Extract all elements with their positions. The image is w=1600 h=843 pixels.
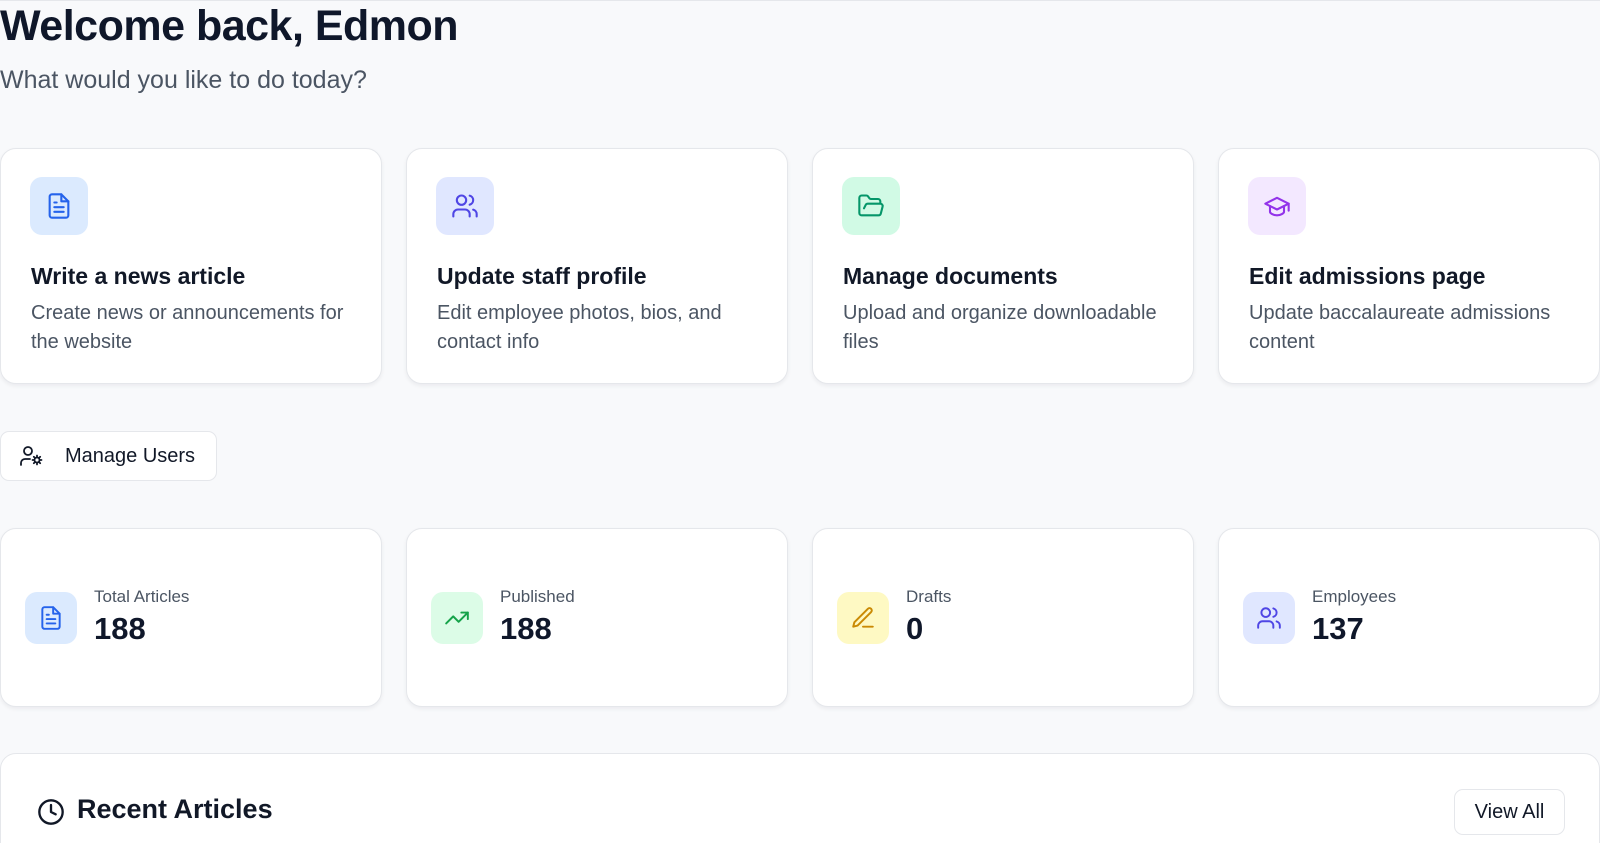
document-icon (25, 592, 77, 644)
stat-label: Employees (1312, 587, 1397, 606)
folder-open-icon (842, 177, 900, 235)
quick-action-write-article[interactable]: Write a news article Create news or anno… (0, 148, 382, 384)
clock-icon (37, 798, 65, 826)
stat-label: Published (500, 587, 575, 606)
user-cog-icon (19, 444, 43, 468)
stat-label: Drafts (906, 587, 952, 606)
top-divider (0, 0, 1600, 1)
quick-action-description: Create news or announcements for the web… (31, 302, 344, 353)
quick-action-manage-documents[interactable]: Manage documents Upload and organize dow… (812, 148, 1194, 384)
users-icon (1243, 592, 1295, 644)
quick-action-description: Edit employee photos, bios, and contact … (437, 302, 722, 353)
stat-card-total-articles: Total Articles 188 (0, 528, 382, 707)
stat-card-drafts: Drafts 0 (812, 528, 1194, 707)
manage-users-button[interactable]: Manage Users (0, 431, 217, 481)
graduation-cap-icon (1248, 177, 1306, 235)
quick-action-title: Edit admissions page (1249, 263, 1486, 289)
stat-value: 0 (906, 611, 924, 646)
quick-action-title: Update staff profile (437, 263, 647, 289)
stat-label: Total Articles (94, 587, 190, 606)
stat-value: 137 (1312, 611, 1364, 646)
recent-articles-title: Recent Articles (77, 794, 273, 824)
quick-action-description: Upload and organize downloadable files (843, 302, 1157, 353)
page-subtitle: What would you like to do today? (0, 66, 367, 94)
quick-action-edit-admissions-page[interactable]: Edit admissions page Update baccalaureat… (1218, 148, 1600, 384)
trending-up-icon (431, 592, 483, 644)
stat-card-published: Published 188 (406, 528, 788, 707)
quick-action-title: Manage documents (843, 263, 1058, 289)
users-icon (436, 177, 494, 235)
page-title: Welcome back, Edmon (0, 2, 459, 50)
recent-articles-panel: Recent Articles View All (0, 753, 1600, 843)
dashboard-page: Welcome back, Edmon What would you like … (0, 0, 1600, 843)
manage-users-label: Manage Users (65, 444, 196, 467)
stat-value: 188 (94, 611, 146, 646)
stat-value: 188 (500, 611, 552, 646)
quick-action-title: Write a news article (31, 263, 246, 289)
stat-card-employees: Employees 137 (1218, 528, 1600, 707)
quick-action-update-staff-profile[interactable]: Update staff profile Edit employee photo… (406, 148, 788, 384)
pencil-icon (837, 592, 889, 644)
quick-action-description: Update baccalaureate admissions content (1249, 302, 1551, 353)
document-icon (30, 177, 88, 235)
view-all-button[interactable]: View All (1454, 789, 1565, 835)
